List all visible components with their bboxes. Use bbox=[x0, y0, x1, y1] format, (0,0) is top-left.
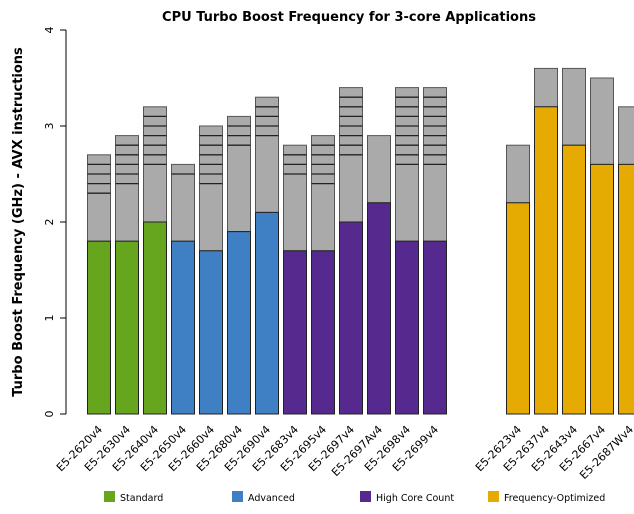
bar-E5-2640v4 bbox=[144, 107, 167, 414]
y-tick-label: 1 bbox=[43, 315, 56, 322]
y-tick-label: 2 bbox=[43, 219, 56, 226]
bar-base-segment bbox=[368, 203, 391, 414]
bar-E5-2680v4 bbox=[228, 116, 251, 414]
bar-turbo-segment bbox=[535, 68, 558, 106]
chart: CPU Turbo Boost Frequency for 3-core App… bbox=[0, 0, 634, 510]
bar-base-segment bbox=[144, 222, 167, 414]
bar-turbo-segment bbox=[368, 136, 391, 203]
bar-turbo-segment bbox=[88, 155, 111, 241]
y-tick-label: 4 bbox=[43, 27, 56, 34]
bar-turbo-segment bbox=[591, 78, 614, 164]
bar-E5-2697Av4 bbox=[368, 136, 391, 414]
legend-item: Standard bbox=[104, 491, 163, 504]
y-axis-label: Turbo Boost Frequency (GHz) - AVX instru… bbox=[11, 47, 26, 397]
bars bbox=[88, 68, 634, 414]
bar-E5-2650v4 bbox=[172, 164, 195, 414]
legend-label: Standard bbox=[120, 493, 163, 504]
bar-turbo-segment bbox=[116, 136, 139, 242]
bar-turbo-segment bbox=[256, 97, 279, 212]
bar-base-segment bbox=[116, 241, 139, 414]
bar-base-segment bbox=[396, 241, 419, 414]
bar-E5-2643v4 bbox=[563, 68, 586, 414]
bar-E5-2667v4 bbox=[591, 78, 614, 414]
bar-turbo-segment bbox=[228, 116, 251, 231]
legend: Standard Advanced High Core Count Frequency… bbox=[104, 491, 605, 504]
bar-turbo-segment bbox=[312, 136, 335, 251]
bar-E5-2683v4 bbox=[284, 145, 307, 414]
legend-label: Frequency-Optimized bbox=[504, 493, 605, 504]
bar-turbo-segment bbox=[284, 145, 307, 251]
legend-swatch bbox=[360, 491, 371, 502]
bar-base-segment bbox=[172, 241, 195, 414]
bar-E5-2637v4 bbox=[535, 68, 558, 414]
legend-swatch bbox=[488, 491, 499, 502]
bar-base-segment bbox=[312, 251, 335, 414]
bar-E5-2699v4 bbox=[424, 88, 447, 414]
bar-base-segment bbox=[256, 212, 279, 414]
x-tick-labels: E5-2620v4E5-2630v4E5-2640v4E5-2650v4E5-2… bbox=[54, 423, 634, 482]
bar-base-segment bbox=[619, 164, 634, 414]
bar-turbo-segment bbox=[619, 107, 634, 165]
y-tick-label: 3 bbox=[43, 123, 56, 130]
bar-base-segment bbox=[563, 145, 586, 414]
legend-label: Advanced bbox=[248, 493, 295, 504]
bar-E5-2698v4 bbox=[396, 88, 419, 414]
bar-base-segment bbox=[535, 107, 558, 414]
chart-title: CPU Turbo Boost Frequency for 3-core App… bbox=[162, 10, 536, 25]
bar-E5-2620v4 bbox=[88, 155, 111, 414]
bar-base-segment bbox=[284, 251, 307, 414]
bar-E5-2695v4 bbox=[312, 136, 335, 414]
bar-E5-2630v4 bbox=[116, 136, 139, 414]
bar-base-segment bbox=[228, 232, 251, 414]
bar-turbo-segment bbox=[563, 68, 586, 145]
y-tick-label: 0 bbox=[43, 411, 56, 418]
bar-turbo-segment bbox=[172, 164, 195, 241]
bar-base-segment bbox=[340, 222, 363, 414]
legend-item: Advanced bbox=[232, 491, 295, 504]
bar-E5-2623v4 bbox=[507, 145, 530, 414]
bar-E5-2687Wv4 bbox=[619, 107, 634, 414]
legend-item: High Core Count bbox=[360, 491, 454, 504]
bar-base-segment bbox=[424, 241, 447, 414]
bar-base-segment bbox=[200, 251, 223, 414]
y-axis: 0 1 2 3 4 bbox=[43, 27, 66, 418]
bar-base-segment bbox=[88, 241, 111, 414]
bar-base-segment bbox=[591, 164, 614, 414]
legend-label: High Core Count bbox=[376, 493, 454, 504]
bar-base-segment bbox=[507, 203, 530, 414]
legend-item: Frequency-Optimized bbox=[488, 491, 605, 504]
legend-swatch bbox=[104, 491, 115, 502]
bar-E5-2690v4 bbox=[256, 97, 279, 414]
legend-swatch bbox=[232, 491, 243, 502]
bar-E5-2697v4 bbox=[340, 88, 363, 414]
bar-turbo-segment bbox=[507, 145, 530, 203]
bar-E5-2660v4 bbox=[200, 126, 223, 414]
